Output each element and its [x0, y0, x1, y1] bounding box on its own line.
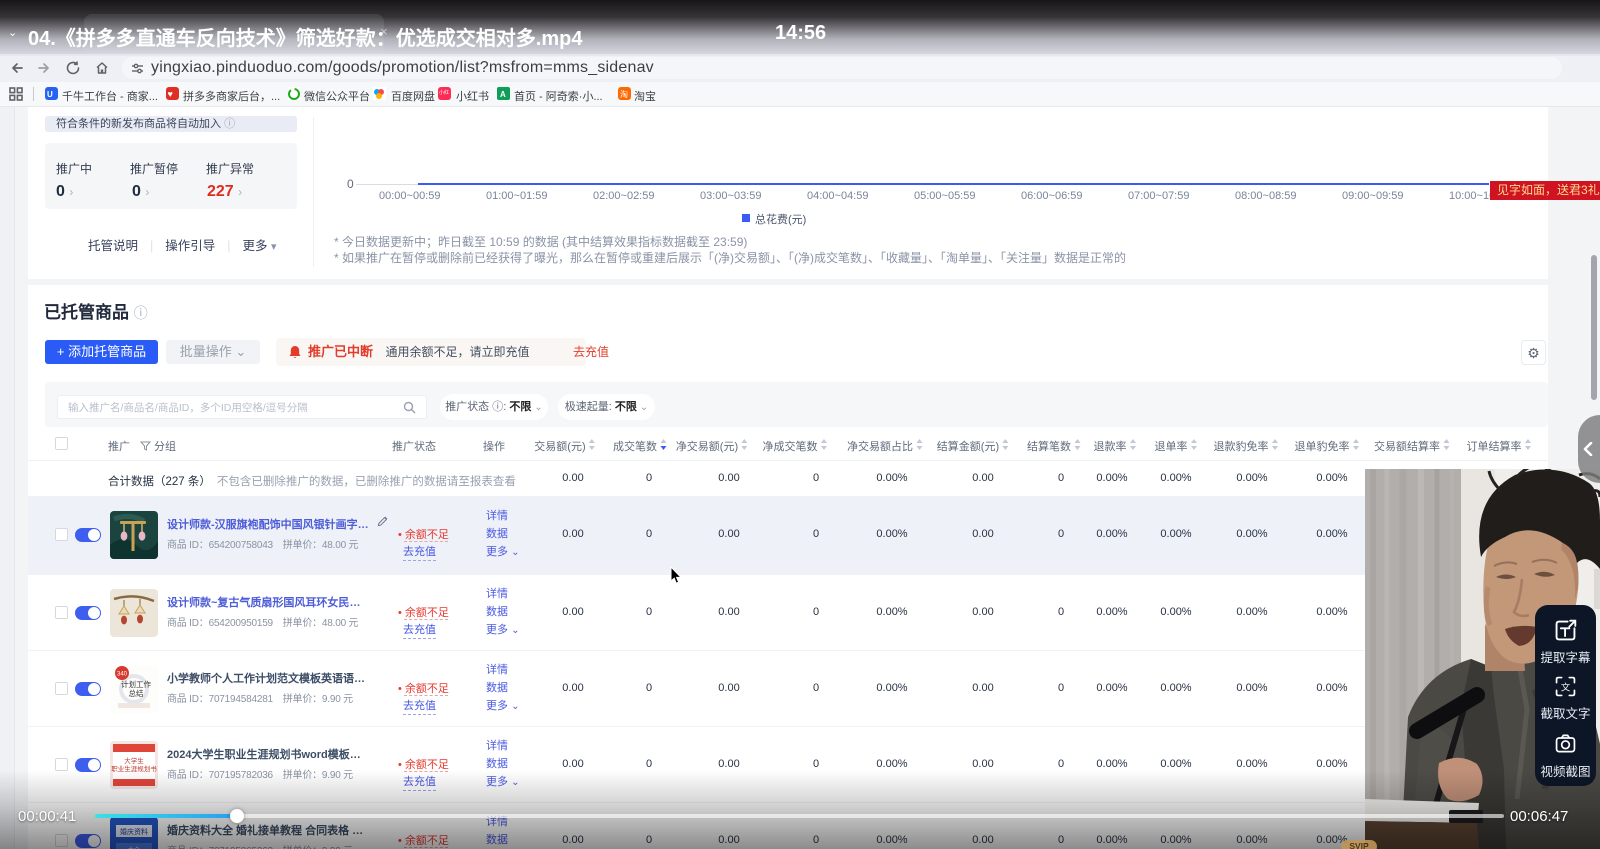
svg-text:文: 文 — [1561, 681, 1571, 692]
svg-text:计划工作: 计划工作 — [121, 679, 151, 689]
svg-text:340: 340 — [117, 672, 128, 678]
svg-text:总结: 总结 — [129, 688, 144, 698]
svg-text:大学生: 大学生 — [124, 756, 144, 765]
